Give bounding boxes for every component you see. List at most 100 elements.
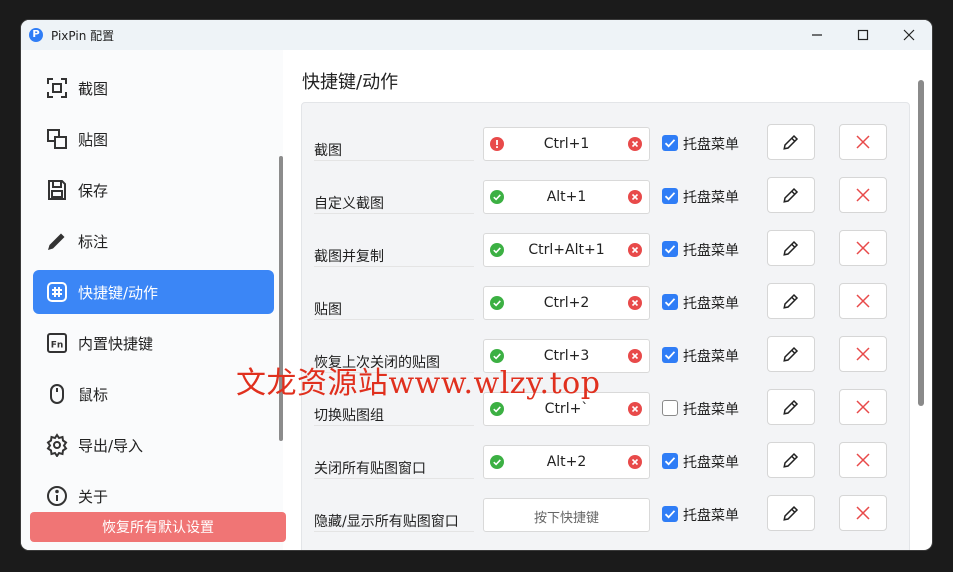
edit-shortcut-button[interactable] xyxy=(767,177,815,213)
maximize-button[interactable] xyxy=(840,20,886,50)
delete-shortcut-button[interactable] xyxy=(839,442,887,478)
tray-menu-checkbox[interactable] xyxy=(662,241,678,257)
pixpin-logo-icon: P xyxy=(29,28,43,42)
clear-icon[interactable] xyxy=(628,349,642,363)
sidebar-item-label: 标注 xyxy=(78,232,109,251)
sidebar-item-save[interactable]: 保存 xyxy=(33,168,274,212)
delete-shortcut-button[interactable] xyxy=(839,495,887,531)
sidebar-item-label: 关于 xyxy=(78,487,109,506)
tray-menu-checkbox[interactable] xyxy=(662,347,678,363)
shortcut-input[interactable]: Alt+1 xyxy=(483,180,650,214)
tray-menu-checkbox[interactable] xyxy=(662,135,678,151)
clear-icon[interactable] xyxy=(628,455,642,469)
pencil-icon xyxy=(783,452,799,468)
maximize-icon xyxy=(857,29,869,41)
tray-menu-checkbox[interactable] xyxy=(662,294,678,310)
clear-icon[interactable] xyxy=(628,402,642,416)
shortcut-input[interactable]: Ctrl+1 xyxy=(483,127,650,161)
edit-shortcut-button[interactable] xyxy=(767,336,815,372)
shortcut-value: Alt+1 xyxy=(546,189,587,205)
shortcut-input[interactable]: 按下快捷键 xyxy=(483,498,650,532)
close-button[interactable] xyxy=(886,20,932,50)
hashtag-icon xyxy=(44,279,70,305)
close-icon xyxy=(856,188,870,202)
shortcut-input[interactable]: Alt+2 xyxy=(483,445,650,479)
delete-shortcut-button[interactable] xyxy=(839,283,887,319)
pencil-icon xyxy=(783,240,799,256)
screenshot-icon xyxy=(44,75,70,101)
sidebar-item-label: 快捷键/动作 xyxy=(78,283,159,302)
watermark-text: 文龙资源站www.wlzy.top xyxy=(236,366,601,401)
delete-shortcut-button[interactable] xyxy=(839,177,887,213)
edit-shortcut-button[interactable] xyxy=(767,495,815,531)
tray-menu-checkbox[interactable] xyxy=(662,506,678,522)
sidebar-item-pin[interactable]: 贴图 xyxy=(33,117,274,161)
info-icon xyxy=(44,483,70,509)
sidebar-item-label: 内置快捷键 xyxy=(78,334,154,353)
page-title: 快捷键/动作 xyxy=(302,72,399,93)
row-divider xyxy=(314,425,474,426)
reset-defaults-button[interactable]: 恢复所有默认设置 xyxy=(30,512,286,542)
tray-menu-label: 托盘菜单 xyxy=(683,190,739,206)
clear-icon[interactable] xyxy=(628,137,642,151)
sidebar-item-label: 截图 xyxy=(78,79,109,98)
sidebar-item-label: 贴图 xyxy=(78,130,109,149)
delete-shortcut-button[interactable] xyxy=(839,389,887,425)
delete-shortcut-button[interactable] xyxy=(839,124,887,160)
shortcut-input[interactable]: Ctrl+Alt+1 xyxy=(483,233,650,267)
clear-icon[interactable] xyxy=(628,296,642,310)
edit-shortcut-button[interactable] xyxy=(767,124,815,160)
delete-shortcut-button[interactable] xyxy=(839,230,887,266)
sidebar-item-screenshot[interactable]: 截图 xyxy=(33,66,274,110)
edit-shortcut-button[interactable] xyxy=(767,442,815,478)
clear-icon[interactable] xyxy=(628,243,642,257)
close-icon xyxy=(903,29,915,41)
edit-shortcut-button[interactable] xyxy=(767,283,815,319)
shortcut-label: 隐藏/显示所有贴图窗口 xyxy=(314,514,459,530)
pencil-icon xyxy=(783,505,799,521)
edit-shortcut-button[interactable] xyxy=(767,389,815,425)
shortcut-value: Ctrl+2 xyxy=(543,295,590,311)
pencil-icon xyxy=(783,399,799,415)
close-icon xyxy=(856,135,870,149)
shortcut-row: 自定义截图 Alt+1 托盘菜单 xyxy=(302,175,909,228)
sidebar: 截图 贴图 保存 标注 快捷键/动作 Fn 内置快捷键 鼠标 导出/导入 关于 xyxy=(21,50,283,550)
close-icon xyxy=(856,400,870,414)
shortcut-row: 截图 Ctrl+1 托盘菜单 xyxy=(302,122,909,175)
pencil-icon xyxy=(783,346,799,362)
shortcut-label: 自定义截图 xyxy=(314,196,384,212)
sidebar-item-shortcuts[interactable]: 快捷键/动作 xyxy=(33,270,274,314)
row-divider xyxy=(314,478,474,479)
title-bar[interactable]: P PixPin 配置 xyxy=(21,20,932,50)
sidebar-item-label: 鼠标 xyxy=(78,385,109,404)
main-scrollbar[interactable] xyxy=(918,80,924,406)
tray-menu-checkbox[interactable] xyxy=(662,400,678,416)
tray-menu-label: 托盘菜单 xyxy=(683,296,739,312)
row-divider xyxy=(314,266,474,267)
tray-menu-checkbox[interactable] xyxy=(662,453,678,469)
tray-menu-label: 托盘菜单 xyxy=(683,402,739,418)
close-icon xyxy=(856,453,870,467)
minimize-icon xyxy=(812,34,822,36)
window-title: PixPin 配置 xyxy=(51,29,115,43)
shortcut-row: 截图并复制 Ctrl+Alt+1 托盘菜单 xyxy=(302,228,909,281)
close-icon xyxy=(856,347,870,361)
edit-shortcut-button[interactable] xyxy=(767,230,815,266)
sidebar-item-annotate[interactable]: 标注 xyxy=(33,219,274,263)
tray-menu-checkbox[interactable] xyxy=(662,188,678,204)
main-content: 快捷键/动作 截图 Ctrl+1 托盘菜单 自定义截图 Alt+1 托盘菜单 截… xyxy=(286,50,932,550)
tray-menu-label: 托盘菜单 xyxy=(683,508,739,524)
shortcut-input[interactable]: Ctrl+2 xyxy=(483,286,650,320)
shortcut-label: 截图并复制 xyxy=(314,249,384,265)
minimize-button[interactable] xyxy=(794,20,840,50)
sidebar-item-export-import[interactable]: 导出/导入 xyxy=(33,423,274,467)
pin-icon xyxy=(44,126,70,152)
clear-icon[interactable] xyxy=(628,190,642,204)
delete-shortcut-button[interactable] xyxy=(839,336,887,372)
svg-text:Fn: Fn xyxy=(51,341,64,351)
close-icon xyxy=(856,294,870,308)
sidebar-item-label: 导出/导入 xyxy=(78,436,144,455)
shortcut-value: Ctrl+Alt+1 xyxy=(528,242,605,258)
shortcut-row: 隐藏/显示所有贴图窗口 按下快捷键 托盘菜单 xyxy=(302,493,909,546)
shortcut-row: 贴图 Ctrl+2 托盘菜单 xyxy=(302,281,909,334)
